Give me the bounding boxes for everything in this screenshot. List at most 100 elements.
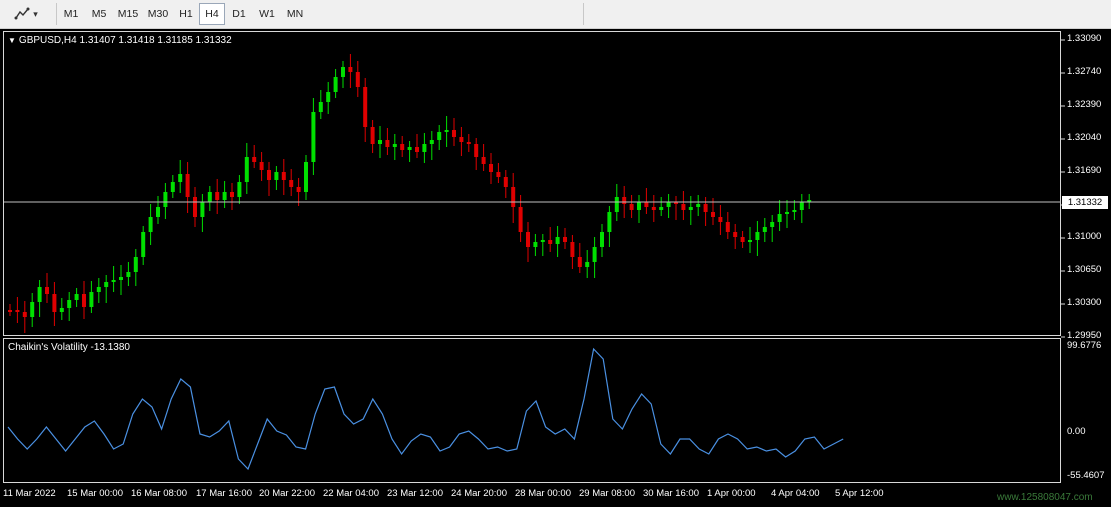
timeframe-w1[interactable]: W1 xyxy=(253,3,281,25)
candle-body xyxy=(193,197,197,217)
timeframe-m1[interactable]: M1 xyxy=(57,3,85,25)
price-tick-label: 1.32390 xyxy=(1067,99,1102,110)
time-tick-label: 15 Mar 00:00 xyxy=(67,488,123,499)
candle-body xyxy=(252,157,257,162)
candle-body xyxy=(385,140,390,147)
volatility-polyline xyxy=(7,347,844,471)
candle-body xyxy=(799,202,804,210)
candle-body xyxy=(733,232,738,237)
time-tick-label: 16 Mar 08:00 xyxy=(131,488,187,499)
candle-body xyxy=(725,222,730,232)
candle-body xyxy=(644,202,649,207)
candle-body xyxy=(770,222,775,227)
candle-body xyxy=(762,227,767,232)
timeframe-m5[interactable]: M5 xyxy=(85,3,113,25)
candle-body xyxy=(400,144,405,150)
candle-body xyxy=(518,207,523,232)
candle-body xyxy=(696,204,701,207)
candle-body xyxy=(777,214,782,222)
candle-body xyxy=(444,130,449,132)
candle-body xyxy=(555,237,560,244)
candle-body xyxy=(230,192,234,197)
indicator-legend: Chaikin's Volatility -13.1380 xyxy=(8,342,130,353)
candle-body xyxy=(178,174,183,182)
candle-body xyxy=(748,240,752,242)
candle-body xyxy=(363,87,368,127)
time-tick-label: 24 Mar 20:00 xyxy=(451,488,507,499)
candle-body xyxy=(259,162,264,170)
candle-body xyxy=(526,232,530,247)
candle-body xyxy=(792,210,797,212)
candle-body xyxy=(659,207,664,210)
time-tick-label: 5 Apr 12:00 xyxy=(835,488,884,499)
candle-body xyxy=(577,257,582,267)
candle-body xyxy=(548,240,553,244)
time-tick-label: 11 Mar 2022 xyxy=(3,488,56,499)
candle-body xyxy=(570,242,575,257)
time-tick-label: 30 Mar 16:00 xyxy=(643,488,699,499)
candle-body xyxy=(378,140,382,144)
candle-body xyxy=(30,302,35,317)
candle-body xyxy=(614,197,619,212)
toolbar-divider xyxy=(583,3,584,25)
price-chart-panel[interactable]: ▼ GBPUSD,H4 1.31407 1.31418 1.31185 1.313… xyxy=(3,31,1061,336)
chaikin-volatility-line xyxy=(7,347,844,471)
price-axis[interactable]: 1.33090 1.32740 1.32390 1.32040 1.31690 1.310… xyxy=(1061,29,1111,507)
chart-area[interactable]: ▼ GBPUSD,H4 1.31407 1.31418 1.31185 1.313… xyxy=(0,29,1111,507)
timeframe-h1[interactable]: H1 xyxy=(173,3,199,25)
time-tick-label: 28 Mar 00:00 xyxy=(515,488,571,499)
candle-body xyxy=(755,232,760,240)
timeframe-d1[interactable]: D1 xyxy=(225,3,253,25)
candle-body xyxy=(267,170,271,180)
timeframe-m15[interactable]: M15 xyxy=(113,3,143,25)
candle-body xyxy=(111,280,116,282)
indicator-panel[interactable]: Chaikin's Volatility -13.1380 xyxy=(3,338,1061,483)
candle-body xyxy=(96,287,101,292)
candle-body xyxy=(511,187,516,207)
candle-body xyxy=(452,130,456,137)
candle-body xyxy=(133,257,138,272)
candle-body xyxy=(104,282,109,287)
price-tick-label: 1.31690 xyxy=(1067,165,1102,176)
chevron-down-icon: ▾ xyxy=(33,8,38,19)
time-tick-label: 17 Mar 16:00 xyxy=(196,488,252,499)
candle-body xyxy=(540,240,545,242)
candle-body xyxy=(207,192,212,202)
candle-body xyxy=(22,312,27,317)
time-tick-label: 22 Mar 04:00 xyxy=(323,488,379,499)
candle-body xyxy=(585,262,590,267)
time-axis[interactable]: 11 Mar 2022 15 Mar 00:00 16 Mar 08:00 17 Ma… xyxy=(3,485,1061,505)
candle-body xyxy=(651,207,656,210)
time-tick-label: 4 Apr 04:00 xyxy=(771,488,820,499)
candle-body xyxy=(74,294,79,300)
candle-body xyxy=(415,147,419,152)
candle-body xyxy=(185,174,190,197)
timeframe-m30[interactable]: M30 xyxy=(143,3,173,25)
candle-body xyxy=(67,300,72,308)
timeframe-mn[interactable]: MN xyxy=(281,3,309,25)
candle-body xyxy=(141,232,146,257)
candle-body xyxy=(607,212,612,232)
candle-body xyxy=(274,172,279,180)
candle-body xyxy=(437,132,442,140)
timeframe-h4[interactable]: H4 xyxy=(199,3,225,25)
candle-body xyxy=(503,177,508,187)
candlestick-series xyxy=(4,54,1060,333)
candle-body xyxy=(37,287,42,302)
candle-body xyxy=(244,157,249,182)
candle-body xyxy=(533,242,538,247)
price-tick-label: 1.32040 xyxy=(1067,132,1102,143)
candle-body xyxy=(718,217,723,222)
candle-body xyxy=(666,202,671,207)
timeframe-toolbar: ▾ M1 M5 M15 M30 H1 H4 D1 W1 MN xyxy=(0,0,1111,29)
candle-body xyxy=(163,192,168,207)
candle-body xyxy=(52,294,57,312)
line-tools-icon[interactable]: ▾ xyxy=(8,3,44,25)
candle-body xyxy=(637,202,641,210)
candle-body xyxy=(681,204,686,210)
candle-body xyxy=(459,137,464,142)
collapse-triangle-icon[interactable]: ▼ xyxy=(8,36,16,45)
candle-body xyxy=(200,202,205,217)
candle-body xyxy=(237,182,242,197)
candle-body xyxy=(370,127,375,144)
